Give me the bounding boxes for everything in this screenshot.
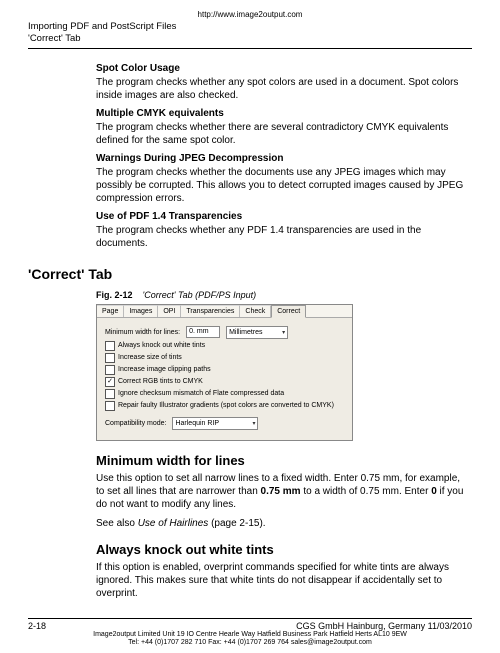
min-width-paragraph: Use this option to set all narrow lines … [96, 472, 468, 511]
checkbox-increase-clipping-label: Increase image clipping paths [118, 366, 211, 373]
page-number: 2-18 [28, 621, 46, 631]
min-width-input[interactable]: 0. mm [186, 326, 220, 338]
compat-mode-value: Harlequin RIP [175, 420, 219, 427]
footer-address: Image2output Limited Unit 19 IO Centre H… [28, 631, 472, 648]
checkbox-ignore-checksum[interactable] [105, 389, 115, 399]
section-pdftrans-body: The program checks whether any PDF 1.4 t… [96, 224, 468, 250]
section-jpeg-title: Warnings During JPEG Decompression [96, 153, 468, 164]
figure-number: Fig. 2-12 [96, 290, 133, 300]
top-url: http://www.image2output.com [28, 10, 472, 19]
heading-knockout: Always knock out white tints [96, 542, 468, 557]
tab-images[interactable]: Images [124, 305, 158, 317]
heading-min-width: Minimum width for lines [96, 453, 468, 468]
tab-correct[interactable]: Correct [271, 305, 306, 318]
header-line-2: 'Correct' Tab [28, 33, 472, 45]
section-spot-body: The program checks whether any spot colo… [96, 76, 468, 102]
checkbox-rgb-to-cmyk[interactable]: ✓ [105, 377, 115, 387]
knockout-body: If this option is enabled, overprint com… [96, 561, 468, 600]
checkbox-increase-tints-label: Increase size of tints [118, 354, 182, 361]
section-cmyk-title: Multiple CMYK equivalents [96, 108, 468, 119]
dialog-tabs: Page Images OPI Transparencies Check Cor… [97, 305, 352, 318]
checkbox-repair-gradients-label: Repair faulty Illustrator gradients (spo… [118, 402, 334, 409]
figure-desc: 'Correct' Tab (PDF/PS Input) [143, 290, 257, 300]
chevron-down-icon: ▾ [252, 420, 255, 427]
min-width-seealso: See also Use of Hairlines (page 2-15). [96, 517, 468, 530]
footer-right: CGS GmbH Hainburg, Germany 11/03/2010 [296, 621, 472, 631]
checkbox-knockout-white-label: Always knock out white tints [118, 342, 205, 349]
heading-correct-tab: 'Correct' Tab [28, 266, 472, 282]
compat-mode-label: Compatibility mode: [105, 420, 166, 427]
min-width-unit-select[interactable]: Millimetres ▾ [226, 326, 288, 339]
page-header: Importing PDF and PostScript Files 'Corr… [28, 21, 472, 49]
checkbox-rgb-to-cmyk-label: Correct RGB tints to CMYK [118, 378, 203, 385]
checkbox-knockout-white[interactable] [105, 341, 115, 351]
page-footer: 2-18 CGS GmbH Hainburg, Germany 11/03/20… [28, 618, 472, 631]
section-pdftrans-title: Use of PDF 1.4 Transparencies [96, 211, 468, 222]
section-spot-title: Spot Color Usage [96, 63, 468, 74]
figure-caption: Fig. 2-12 'Correct' Tab (PDF/PS Input) [96, 290, 468, 300]
section-jpeg-body: The program checks whether the documents… [96, 166, 468, 205]
checkbox-ignore-checksum-label: Ignore checksum mismatch of Flate compre… [118, 390, 284, 397]
section-cmyk-body: The program checks whether there are sev… [96, 121, 468, 147]
checkbox-increase-tints[interactable] [105, 353, 115, 363]
tab-check[interactable]: Check [240, 305, 271, 317]
checkbox-increase-clipping[interactable] [105, 365, 115, 375]
link-use-of-hairlines[interactable]: Use of Hairlines [138, 518, 209, 529]
tab-opi[interactable]: OPI [158, 305, 181, 317]
min-width-unit-value: Millimetres [229, 329, 262, 336]
tab-page[interactable]: Page [97, 305, 124, 317]
checkbox-repair-gradients[interactable] [105, 401, 115, 411]
header-line-1: Importing PDF and PostScript Files [28, 21, 472, 33]
compat-mode-select[interactable]: Harlequin RIP ▾ [172, 417, 258, 430]
min-width-label: Minimum width for lines: [105, 329, 180, 336]
correct-dialog: Page Images OPI Transparencies Check Cor… [96, 304, 353, 441]
tab-transparencies[interactable]: Transparencies [181, 305, 240, 317]
chevron-down-icon: ▾ [282, 329, 285, 336]
